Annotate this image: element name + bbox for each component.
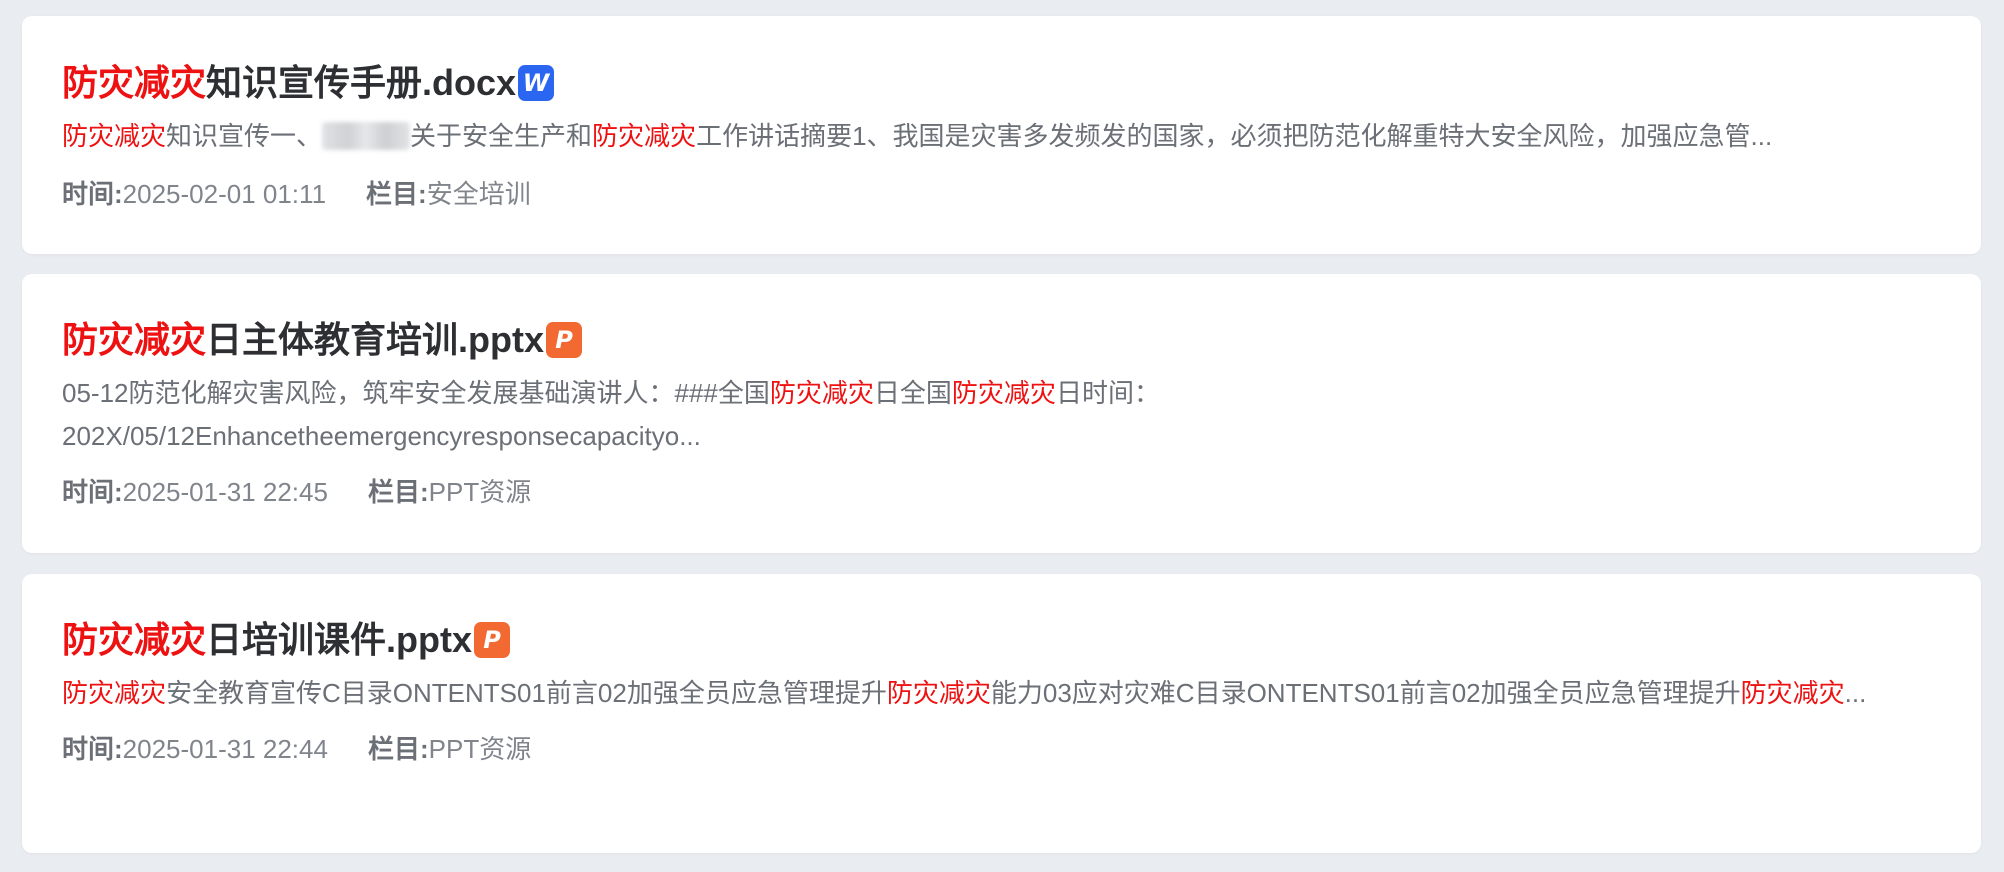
snippet-line: 202X/05/12Enhancetheemergencyresponsecap… <box>62 415 1941 458</box>
result-snippet: 防灾减灾知识宣传一、 关于安全生产和防灾减灾工作讲话摘要1、我国是灾害多发频发的国… <box>62 115 1941 158</box>
result-card[interactable]: 防灾减灾 日主体教育培训.pptx P 05-12防范化解灾害风险，筑牢安全发展基础… <box>22 274 1981 553</box>
result-time: 时间:2025-01-31 22:44 <box>62 731 328 767</box>
title-keyword-highlight: 防灾减灾 <box>62 619 207 660</box>
snippet-text: 05-12防范化解灾害风险，筑牢安全发展基础演讲人：###全国 <box>62 378 770 408</box>
result-time: 时间:2025-02-01 01:11 <box>62 176 326 212</box>
column-value: PPT资源 <box>428 477 532 507</box>
result-card[interactable]: 防灾减灾 知识宣传手册.docx W 防灾减灾知识宣传一、 关于安全生产和防灾减灾工作… <box>22 16 1981 254</box>
snippet-text: 安全教育宣传C目录ONTENTS01前言02加强全员应急管理提升 <box>166 678 887 708</box>
snippet-text: 工作讲话摘要1、我国是灾害多发频发的国家，必须把防范化解重特大安全风险，加强应急… <box>696 121 1773 151</box>
time-value: 2025-02-01 01:11 <box>122 179 327 209</box>
title-keyword-highlight: 防灾减灾 <box>62 319 207 360</box>
column-value: PPT资源 <box>428 734 532 764</box>
snippet-keyword-highlight: 防灾减灾 <box>592 121 697 151</box>
snippet-keyword-highlight: 防灾减灾 <box>886 678 991 708</box>
snippet-keyword-highlight: 防灾减灾 <box>1740 678 1845 708</box>
column-value: 安全培训 <box>426 179 531 209</box>
result-snippet: 防灾减灾安全教育宣传C目录ONTENTS01前言02加强全员应急管理提升防灾减灾… <box>62 672 1941 715</box>
snippet-text: 知识宣传一、 <box>166 121 323 151</box>
snippet-keyword-highlight: 防灾减灾 <box>62 678 167 708</box>
column-label: 栏目: <box>367 477 429 507</box>
time-label: 时间: <box>62 734 123 764</box>
snippet-text: 日时间： <box>1055 378 1160 408</box>
column-label: 栏目: <box>367 734 429 764</box>
title-text: 日主体教育培训.pptx <box>206 319 545 360</box>
result-column: 栏目:PPT资源 <box>368 731 531 767</box>
column-label: 栏目: <box>366 179 427 209</box>
title-text: 知识宣传手册.docx <box>206 62 517 103</box>
result-title-link[interactable]: 防灾减灾 日主体教育培训.pptx P <box>62 316 1941 364</box>
word-file-icon: W <box>518 65 555 101</box>
result-meta: 时间:2025-01-31 22:45 栏目:PPT资源 <box>62 474 1941 510</box>
snippet-text: ... <box>1844 678 1867 708</box>
ppt-file-icon: P <box>474 622 511 658</box>
title-text: 日培训课件.pptx <box>206 619 473 660</box>
result-time: 时间:2025-01-31 22:45 <box>62 474 328 510</box>
time-value: 2025-01-31 22:44 <box>122 734 328 764</box>
result-title-link[interactable]: 防灾减灾 日培训课件.pptx P <box>62 616 1941 664</box>
search-results-list: 防灾减灾 知识宣传手册.docx W 防灾减灾知识宣传一、 关于安全生产和防灾减灾工作… <box>0 0 2004 872</box>
result-snippet: 05-12防范化解灾害风险，筑牢安全发展基础演讲人：###全国防灾减灾日全国防灾… <box>62 372 1941 458</box>
ppt-file-icon: P <box>546 322 583 358</box>
time-value: 2025-01-31 22:45 <box>122 477 328 507</box>
snippet-text: 关于安全生产和 <box>410 121 593 151</box>
time-label: 时间: <box>62 179 123 209</box>
result-card[interactable]: 防灾减灾 日培训课件.pptx P 防灾减灾安全教育宣传C目录ONTENTS01前言… <box>22 574 1981 853</box>
redacted-text <box>322 122 411 150</box>
snippet-keyword-highlight: 防灾减灾 <box>62 121 167 151</box>
snippet-text: 202X/05/12Enhancetheemergencyresponsecap… <box>62 421 701 451</box>
snippet-text: 日全国 <box>873 378 952 408</box>
result-title-link[interactable]: 防灾减灾 知识宣传手册.docx W <box>62 59 1941 107</box>
time-label: 时间: <box>62 477 123 507</box>
result-column: 栏目:安全培训 <box>366 176 531 212</box>
snippet-text: 能力03应对灾难C目录ONTENTS01前言02加强全员应急管理提升 <box>990 678 1741 708</box>
snippet-line: 05-12防范化解灾害风险，筑牢安全发展基础演讲人：###全国防灾减灾日全国防灾… <box>62 372 1941 415</box>
result-meta: 时间:2025-02-01 01:11 栏目:安全培训 <box>62 176 1941 212</box>
result-column: 栏目:PPT资源 <box>368 474 531 510</box>
snippet-keyword-highlight: 防灾减灾 <box>769 378 874 408</box>
title-keyword-highlight: 防灾减灾 <box>62 62 207 103</box>
result-meta: 时间:2025-01-31 22:44 栏目:PPT资源 <box>62 731 1941 767</box>
snippet-keyword-highlight: 防灾减灾 <box>951 378 1056 408</box>
